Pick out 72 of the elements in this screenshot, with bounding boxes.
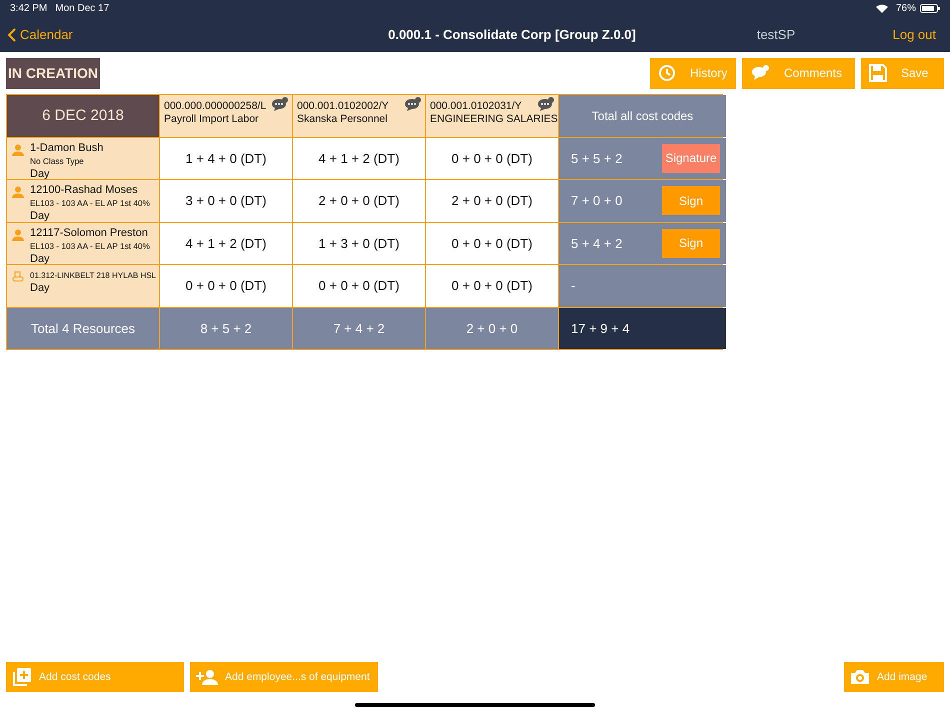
resource-name: 01.312-LINKBELT 218 HYLAB HSL bbox=[30, 270, 156, 282]
add-person-icon bbox=[196, 669, 218, 685]
cost-code-name: ENGINEERING SALARIES bbox=[430, 113, 555, 126]
column-total: 8 + 5 + 2 bbox=[160, 308, 292, 349]
person-icon bbox=[12, 228, 24, 240]
camera-icon bbox=[850, 669, 870, 685]
class-type: EL103 - 103 AA - EL AP 1st 40% bbox=[30, 197, 150, 210]
shift-label: Day bbox=[30, 252, 51, 266]
sign-button[interactable]: Sign bbox=[662, 186, 720, 216]
comments-button[interactable]: Comments bbox=[742, 58, 855, 88]
hours-cell: 1 + 3 + 0 (DT) bbox=[293, 222, 425, 264]
row-total: 5 + 5 + 2 bbox=[571, 150, 622, 166]
shift-label: Day bbox=[30, 168, 51, 180]
cost-code-name: Skanska Personnel bbox=[297, 113, 388, 126]
shift-label: Day bbox=[30, 282, 51, 295]
hours-cell: 1 + 4 + 0 (DT) bbox=[160, 138, 292, 179]
column-total: 2 + 0 + 0 bbox=[426, 308, 558, 349]
date: Mon Dec 17 bbox=[55, 3, 110, 14]
hours-cell: 0 + 0 + 0 (DT) bbox=[426, 138, 558, 179]
wifi-icon bbox=[876, 4, 888, 13]
comment-icon[interactable] bbox=[404, 97, 422, 111]
row-total: - bbox=[571, 278, 576, 294]
add-image-button[interactable]: Add image bbox=[844, 662, 944, 692]
cost-code-name: Payroll Import Labor bbox=[164, 113, 260, 126]
cost-code: 000.000.000000258/L bbox=[164, 100, 266, 113]
person-icon bbox=[12, 144, 24, 156]
sign-button[interactable]: Sign bbox=[662, 228, 720, 258]
hours-cell: 0 + 0 + 0 (DT) bbox=[293, 265, 425, 306]
user-name: testSP bbox=[756, 27, 796, 42]
history-button[interactable]: History bbox=[650, 58, 736, 88]
save-button[interactable]: Save bbox=[861, 58, 944, 88]
logout-link[interactable]: Log out bbox=[836, 27, 942, 42]
back-link[interactable]: Calendar bbox=[8, 27, 308, 42]
cost-code: 000.001.0102031/Y bbox=[430, 100, 522, 113]
history-icon bbox=[658, 64, 676, 82]
equipment-icon bbox=[12, 271, 24, 283]
hours-cell: 4 + 1 + 2 (DT) bbox=[160, 222, 292, 264]
resource-name: 1-Damon Bush bbox=[30, 142, 104, 154]
class-type: No Class Type bbox=[30, 154, 85, 168]
hours-cell: 0 + 0 + 0 (DT) bbox=[160, 265, 292, 306]
row-total: 5 + 4 + 2 bbox=[571, 236, 622, 251]
hours-cell: 2 + 0 + 0 (DT) bbox=[293, 180, 425, 222]
footer-label: Total 4 Resources bbox=[7, 308, 159, 349]
total-header: Total all cost codes bbox=[559, 95, 726, 136]
hours-cell: 3 + 0 + 0 (DT) bbox=[160, 180, 292, 222]
shift-label: Day bbox=[30, 210, 51, 223]
add-stack-icon bbox=[12, 667, 32, 687]
chat-bubble-icon bbox=[750, 65, 770, 81]
resource-name: 12100-Rashad Moses bbox=[30, 184, 139, 197]
clock: 3:42 PM bbox=[10, 3, 48, 14]
person-icon bbox=[12, 186, 24, 198]
comment-icon[interactable] bbox=[271, 97, 289, 111]
page-title: 0.000.1 - Consolidate Corp [Group Z.0.0] bbox=[387, 27, 637, 42]
battery-percent: 76% bbox=[896, 3, 916, 14]
chevron-left-icon bbox=[8, 28, 16, 42]
hours-cell: 4 + 1 + 2 (DT) bbox=[293, 138, 425, 179]
hours-cell: 0 + 0 + 0 (DT) bbox=[426, 265, 558, 306]
status-badge: IN CREATION bbox=[6, 58, 100, 88]
hours-cell: 2 + 0 + 0 (DT) bbox=[426, 180, 558, 222]
grand-total: 17 + 9 + 4 bbox=[559, 308, 726, 349]
add-cost-button[interactable]: Add cost codes bbox=[6, 662, 184, 692]
row-total: 7 + 0 + 0 bbox=[571, 193, 622, 208]
comment-icon[interactable] bbox=[537, 97, 555, 111]
column-total: 7 + 4 + 2 bbox=[293, 308, 425, 349]
battery-icon bbox=[920, 4, 940, 13]
date-header: 6 DEC 2018 bbox=[7, 95, 159, 136]
cost-code: 000.001.0102002/Y bbox=[297, 100, 389, 113]
resource-name: 12117-Solomon Preston bbox=[30, 226, 149, 240]
add-employee-button[interactable]: Add employee...s of equipment bbox=[190, 662, 378, 692]
hours-cell: 0 + 0 + 0 (DT) bbox=[426, 222, 558, 264]
signature-button[interactable]: Signature bbox=[662, 144, 720, 173]
class-type: EL103 - 103 AA - EL AP 1st 40% bbox=[30, 240, 150, 252]
